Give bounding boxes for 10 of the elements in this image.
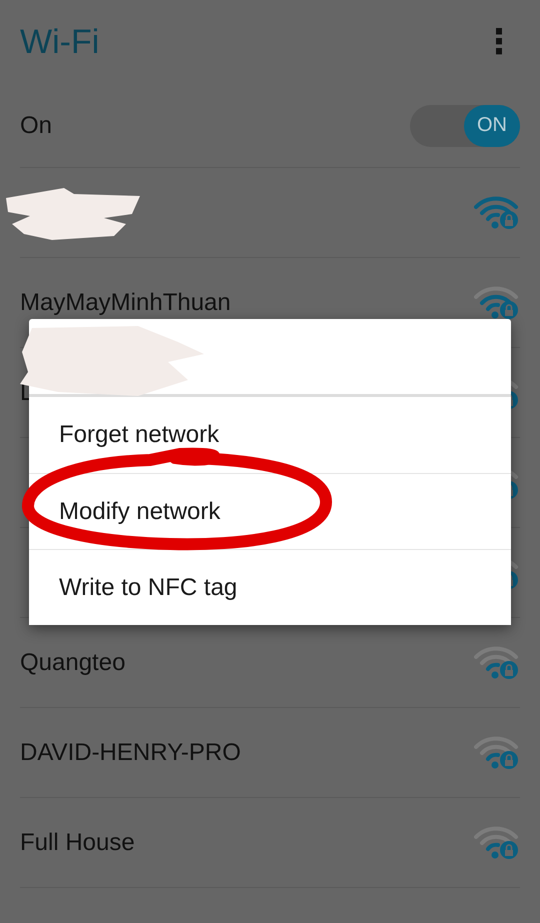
menu-item[interactable]: Forget network (29, 397, 511, 473)
wifi-toggle[interactable]: ON (410, 104, 520, 146)
switch-label: On (20, 112, 52, 140)
network-name[interactable]: Full House (20, 828, 135, 856)
network-name[interactable]: Quangteo (20, 648, 126, 676)
menu-item[interactable]: Write to NFC tag (29, 549, 511, 625)
toggle-thumb[interactable]: ON (464, 104, 520, 146)
network-name[interactable]: MayMayMinhThuan (20, 288, 231, 316)
network-name[interactable]: DAVID-HENRY-PRO (20, 738, 241, 766)
screen-title: Wi-Fi (20, 22, 100, 62)
